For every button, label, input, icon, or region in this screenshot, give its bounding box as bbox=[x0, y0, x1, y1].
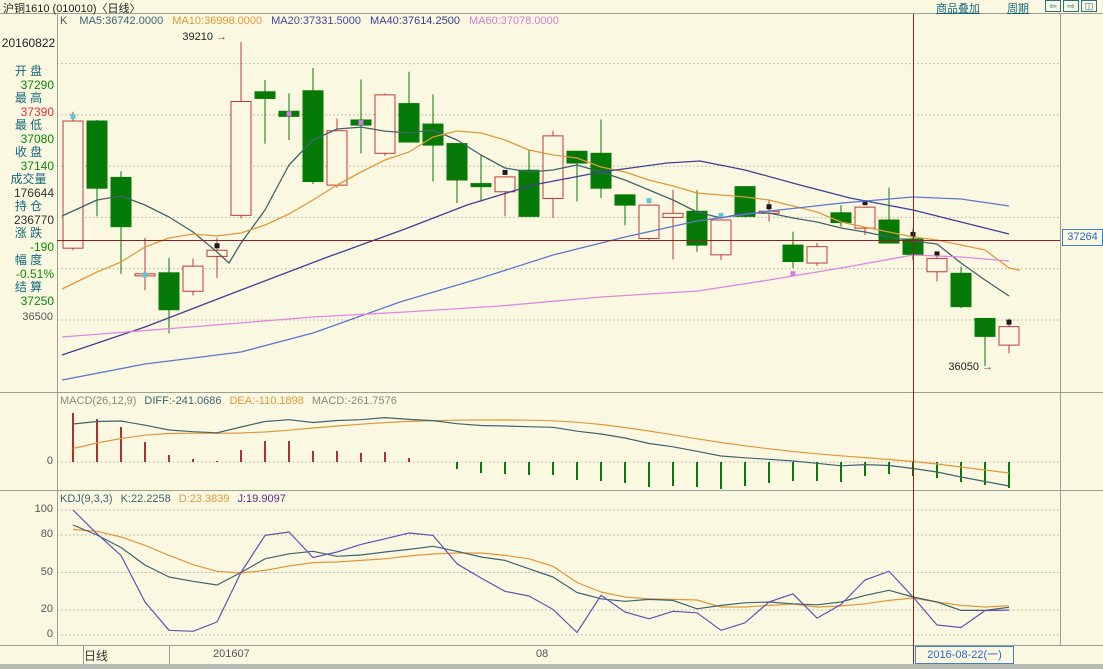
price-axis-label: 36500 bbox=[0, 311, 53, 323]
sidebar-date: 20160822 bbox=[0, 36, 57, 50]
ma-header-item: MA5:36742.0000 bbox=[79, 15, 163, 27]
crosshair-date-box: 2016-08-22(一) bbox=[915, 646, 1014, 664]
high-annotation: 39210 → bbox=[155, 31, 227, 43]
sidebar-row-value: 236770 bbox=[0, 213, 57, 227]
sidebar-row-label: 开 盘 bbox=[0, 65, 57, 78]
low-annotation: 36050 → bbox=[921, 361, 993, 373]
sidebar-row-label: 结 算 bbox=[0, 281, 57, 294]
scroll-left-button[interactable]: ⇦ bbox=[1045, 0, 1061, 12]
sidebar-rows: 开 盘37290最 高37390最 低37080收 盘37140成交量17664… bbox=[0, 65, 57, 308]
sidebar-row-label: 成交量 bbox=[0, 173, 57, 186]
ma-header-item: MA20:37331.5000 bbox=[271, 15, 361, 27]
period-link[interactable]: 周期 bbox=[1007, 0, 1029, 16]
macd-header-item: DIFF:-241.0686 bbox=[144, 395, 221, 407]
layout-button[interactable]: ◫ bbox=[1081, 0, 1097, 12]
sidebar-row-label: 收 盘 bbox=[0, 146, 57, 159]
time-axis-tick: 201607 bbox=[213, 648, 250, 660]
ma-header-item: MA60:37078.0000 bbox=[469, 15, 559, 27]
right-arrow-icon: → bbox=[982, 361, 993, 373]
time-axis-tick: 08 bbox=[536, 648, 548, 660]
kdj-header-item: D:23.3839 bbox=[179, 493, 230, 505]
kdj-axis-label: 50 bbox=[0, 566, 53, 578]
sidebar-row-value: -0.51% bbox=[0, 267, 57, 281]
macd-header-item: DEA:-110.1898 bbox=[229, 395, 303, 407]
kdj-axis-label: 20 bbox=[0, 603, 53, 615]
sidebar-row-value: 37080 bbox=[0, 132, 57, 146]
ma-header: K MA5:36742.0000 MA10:36998.0000 MA20:3733… bbox=[60, 15, 568, 27]
sidebar-row-label: 持 仓 bbox=[0, 200, 57, 213]
chart-type-indicator: K bbox=[60, 15, 67, 27]
crosshair-price-box: 37264 bbox=[1062, 229, 1103, 246]
sidebar-row-value: 37250 bbox=[0, 294, 57, 308]
macd-header-item: MACD(26,12,9) bbox=[60, 395, 136, 407]
ma-header-item: MA10:36998.0000 bbox=[172, 15, 262, 27]
sidebar-row-value: 176644 bbox=[0, 186, 57, 200]
low-annotation-value: 36050 bbox=[948, 361, 979, 373]
overlay-link[interactable]: 商品叠加 bbox=[936, 0, 980, 16]
kdj-axis-label: 80 bbox=[0, 528, 53, 540]
nav-button-group: ⇦⇨◫ bbox=[1045, 0, 1097, 12]
sidebar-row-value: -190 bbox=[0, 240, 57, 254]
macd-zero-label: 0 bbox=[0, 455, 53, 467]
kdj-axis-label: 100 bbox=[0, 503, 53, 515]
chart-canvas[interactable] bbox=[0, 0, 1103, 669]
kdj-header-item: J:19.9097 bbox=[238, 493, 286, 505]
sidebar-row-value: 37290 bbox=[0, 78, 57, 92]
kdj-header: KDJ(9,3,3) K:22.2258 D:23.3839 J:19.9097 bbox=[60, 493, 294, 505]
macd-header: MACD(26,12,9) DIFF:-241.0686 DEA:-110.1898… bbox=[60, 395, 405, 407]
trading-chart-window: 沪铜1610 (010010)〈日线〉 商品叠加 周期 ⇦⇨◫ K MA5:36… bbox=[0, 0, 1103, 669]
kdj-axis-label: 0 bbox=[0, 628, 53, 640]
sidebar-row-value: 37390 bbox=[0, 105, 57, 119]
quote-sidebar: 20160822 开 盘37290最 高37390最 低37080收 盘3714… bbox=[0, 13, 57, 645]
kdj-header-item: K:22.2258 bbox=[121, 493, 171, 505]
right-arrow-icon: → bbox=[216, 31, 227, 43]
sidebar-row-label: 幅 度 bbox=[0, 254, 57, 267]
macd-header-item: MACD:-261.7576 bbox=[312, 395, 397, 407]
sidebar-row-value: 37140 bbox=[0, 159, 57, 173]
sidebar-row-label: 涨 跌 bbox=[0, 227, 57, 240]
ma-header-item: MA40:37614.2500 bbox=[370, 15, 460, 27]
kdj-header-item: KDJ(9,3,3) bbox=[60, 493, 113, 505]
scroll-right-button[interactable]: ⇨ bbox=[1063, 0, 1079, 12]
title-bar: 沪铜1610 (010010)〈日线〉 商品叠加 周期 ⇦⇨◫ bbox=[0, 0, 1103, 13]
period-cell[interactable]: 日线 bbox=[84, 647, 108, 664]
high-annotation-value: 39210 bbox=[182, 31, 213, 43]
sidebar-row-label: 最 低 bbox=[0, 119, 57, 132]
sidebar-row-label: 最 高 bbox=[0, 92, 57, 105]
